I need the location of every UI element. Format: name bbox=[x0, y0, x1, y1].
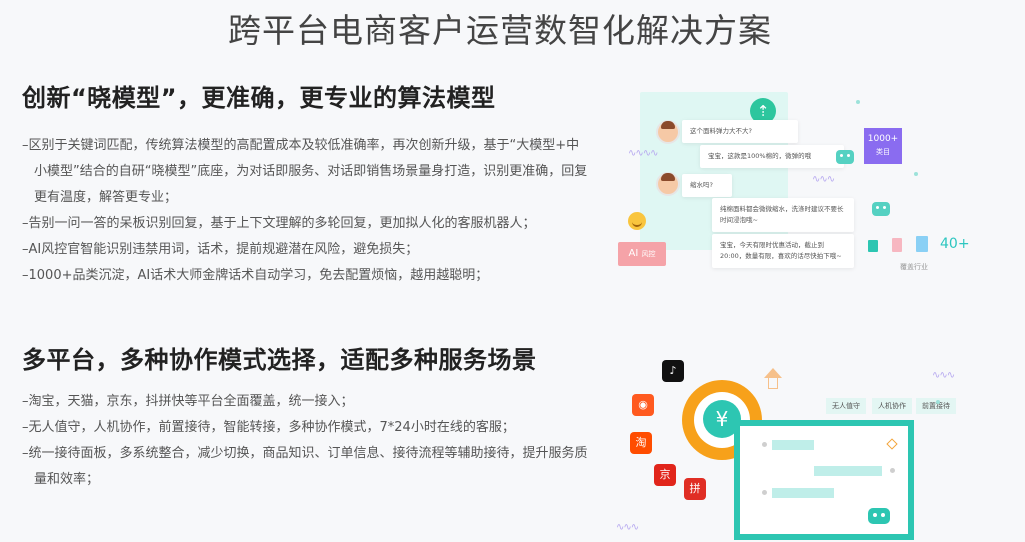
chat-bubble-bot: 宝宝，今天有限时优惠活动，截止到20:00，数量有限，喜欢的话尽快拍下哦~ bbox=[712, 234, 854, 268]
dot-decoration bbox=[856, 100, 860, 104]
dot-decoration bbox=[936, 400, 940, 404]
customer-avatar bbox=[656, 120, 680, 144]
industry-label: 覆盖行业 bbox=[900, 263, 928, 271]
bullet-item: –无人值守，人机协作，前置接待，智能转接，多种协作模式，7*24小时在线的客服； bbox=[22, 420, 515, 435]
bullet-item: –AI风控官智能识别违禁用词，话术，提前规避潜在风险，避免损失； bbox=[22, 242, 419, 257]
chat-bubble-customer: 缩水吗? bbox=[682, 174, 732, 197]
multi-platform-illustration: ♪ ◉ 淘 京 拼 ¥ 无人值守 人机协作 前置接待 ∿∿∿ ∿∿∿ bbox=[616, 356, 1016, 542]
wave-decoration: ∿∿∿∿ bbox=[628, 148, 658, 159]
product-icon bbox=[892, 238, 902, 252]
section-title: 创新“晓模型”，更准确，更专业的算法模型 bbox=[22, 84, 496, 112]
robot-icon bbox=[836, 150, 854, 164]
message-bar bbox=[772, 488, 834, 498]
avatar-dot bbox=[890, 468, 895, 473]
dot-decoration bbox=[914, 172, 918, 176]
bullet-item: –统一接待面板，多系统整合，减少切换，商品知识、订单信息、接待流程等辅助接待，提… bbox=[22, 446, 588, 487]
section-title: 多平台，多种协作模式选择，适配多种服务场景 bbox=[22, 346, 537, 374]
diamond-icon bbox=[886, 438, 898, 450]
avatar-dot bbox=[762, 442, 767, 447]
chatbot-illustration: ⇡ ∿∿∿∿ ∿∿∿ 这个面料弹力大不大? 宝宝，这款是100%棉的，微弹的哦 … bbox=[616, 90, 996, 280]
wave-decoration: ∿∿∿ bbox=[616, 522, 639, 533]
kuaishou-icon: ◉ bbox=[632, 394, 654, 416]
ai-sub-label: 风控 bbox=[641, 250, 656, 258]
arrow-stem bbox=[768, 378, 778, 389]
reception-panel bbox=[734, 420, 914, 540]
pinduoduo-icon: 拼 bbox=[684, 478, 706, 500]
mode-tag: 人机协作 bbox=[872, 398, 912, 414]
chat-bubble-customer: 这个面料弹力大不大? bbox=[682, 120, 798, 143]
smile-icon bbox=[628, 212, 646, 230]
taobao-icon: 淘 bbox=[630, 432, 652, 454]
page-title: 跨平台电商客户运营数智化解决方案 bbox=[228, 11, 772, 50]
avatar-dot bbox=[762, 490, 767, 495]
message-bar bbox=[814, 466, 882, 476]
bullet-item: –淘宝，天猫，京东，抖拼快等平台全面覆盖，统一接入； bbox=[22, 394, 354, 409]
ai-risk-badge: AI 风控 bbox=[618, 242, 666, 266]
section-multi-platform: 多平台，多种协作模式选择，适配多种服务场景 –淘宝，天猫，京东，抖拼快等平台全面… bbox=[22, 340, 592, 493]
product-icon bbox=[916, 236, 928, 252]
section-algorithm-model: 创新“晓模型”，更准确，更专业的算法模型 –区别于关键词匹配，传统算法模型的高配… bbox=[22, 78, 592, 289]
dress-icon bbox=[868, 240, 878, 252]
robot-icon bbox=[868, 508, 890, 524]
robot-icon bbox=[872, 202, 890, 216]
bullet-item: –1000+品类沉淀，AI话术大师金牌话术自动学习，免去配置烦恼，越用越聪明； bbox=[22, 268, 489, 283]
wave-decoration: ∿∿∿ bbox=[812, 174, 835, 185]
chat-bubble-bot: 宝宝，这款是100%棉的，微弹的哦 bbox=[700, 145, 844, 168]
bullet-item: –区别于关键词匹配，传统算法模型的高配置成本及较低准确率，再次创新升级，基于“大… bbox=[22, 138, 588, 205]
mode-tag: 无人值守 bbox=[826, 398, 866, 414]
bullet-list: –区别于关键词匹配，传统算法模型的高配置成本及较低准确率，再次创新升级，基于“大… bbox=[22, 133, 592, 289]
industry-count: 40+ bbox=[940, 236, 970, 252]
arrow-up-icon bbox=[764, 368, 782, 378]
douyin-icon: ♪ bbox=[662, 360, 684, 382]
chat-bubble-bot: 纯棉面料都会微微缩水，洗涤时建议不要长时间浸泡哦~ bbox=[712, 198, 854, 232]
customer-avatar bbox=[656, 172, 680, 196]
categories-label: 类目 bbox=[876, 148, 890, 156]
bullet-item: –告别一问一答的呆板识别回复，基于上下文理解的多轮回复，更加拟人化的客服机器人； bbox=[22, 216, 536, 231]
message-bar bbox=[772, 440, 814, 450]
ai-label: AI bbox=[628, 248, 639, 259]
categories-badge: 1000+ 类目 bbox=[864, 128, 902, 164]
bullet-list: –淘宝，天猫，京东，抖拼快等平台全面覆盖，统一接入； –无人值守，人机协作，前置… bbox=[22, 389, 592, 493]
wave-decoration: ∿∿∿ bbox=[932, 370, 955, 381]
jd-icon: 京 bbox=[654, 464, 676, 486]
categories-count: 1000+ bbox=[867, 134, 899, 144]
